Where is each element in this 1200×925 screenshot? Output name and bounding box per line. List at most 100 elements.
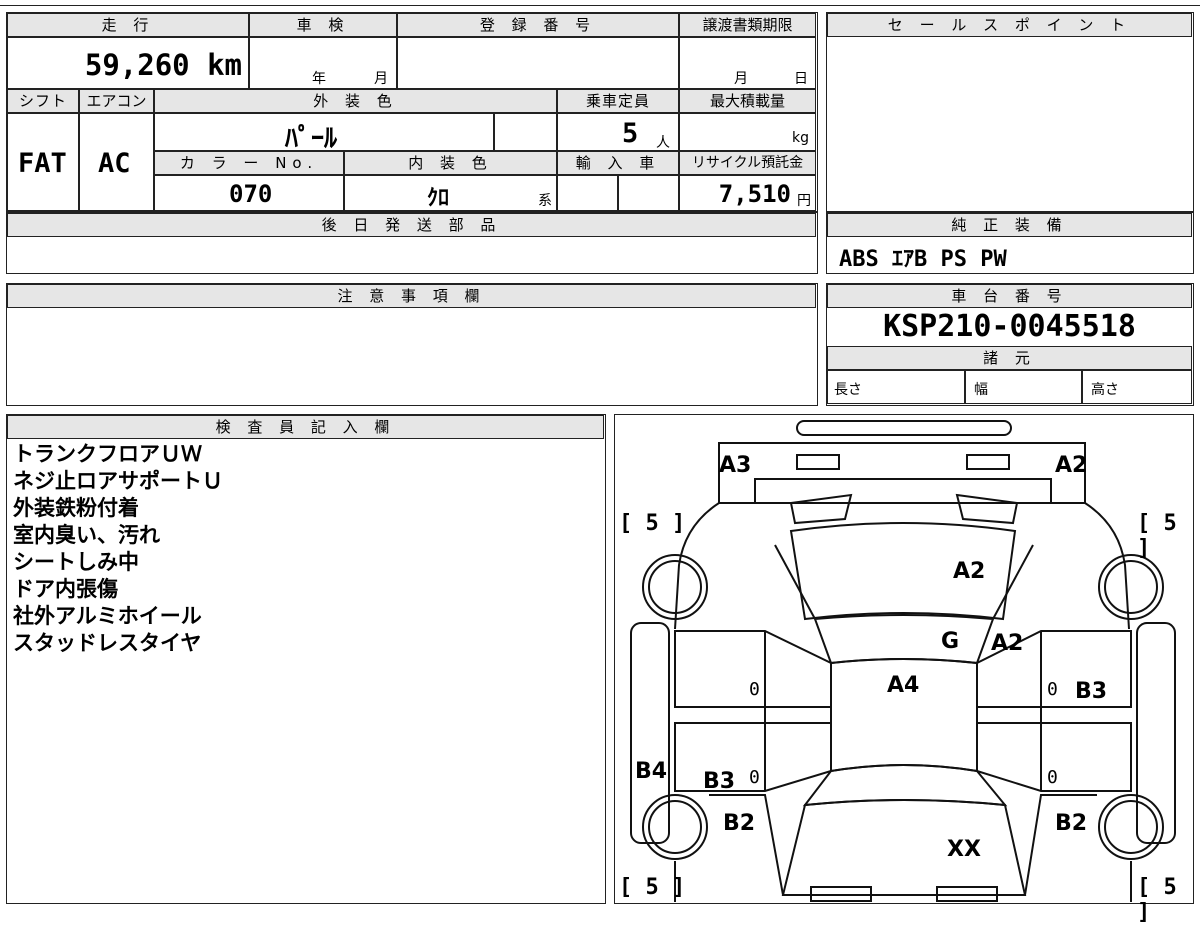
tire-front-right-value: 5 (1163, 875, 1177, 900)
car-diagram-box: [ 5 ] [ 5 ] [ 5 ] [ 5 ] A3 A2 A2 G A2 A4… (614, 414, 1194, 925)
inspection-year: 年 (312, 71, 326, 87)
mark-xx: XX (947, 837, 981, 862)
mark-b4: B4 (635, 759, 668, 784)
transfer-day: 日 (794, 71, 808, 87)
import-header: 輸 入 車 (557, 151, 679, 175)
sales-point-header: セ ー ル ス ポ イ ン ト (827, 13, 1192, 37)
spec-length-label: 長さ (834, 382, 862, 398)
capacity-header: 乗車定員 (557, 89, 679, 113)
mileage-value: 59,260 km (84, 48, 242, 82)
inspector-notes-header: 検 査 員 記 入 欄 (7, 415, 604, 439)
transfer-deadline-header: 譲渡書類期限 (679, 13, 816, 37)
spec-length-cell: 長さ (827, 370, 965, 404)
chassis-value: KSP210-0045518 (883, 309, 1136, 344)
genuine-equipment-header: 純 正 装 備 (827, 213, 1192, 237)
caution-box: 注 意 事 項 欄 (6, 283, 818, 406)
tire-rear-left-value: 5 (645, 511, 659, 536)
transfer-deadline-cell: 月 日 (679, 37, 816, 89)
mark-a4: A4 (887, 673, 920, 698)
tire-front-right: [ 5 ] (1137, 875, 1177, 925)
shift-cell: FAT (7, 113, 79, 211)
interior-color-header: 内 装 色 (344, 151, 557, 175)
inspector-note-4: 室内臭い、汚れ (13, 523, 160, 547)
chassis-box: 車 台 番 号 KSP210-0045518 諸 元 長さ 幅 高さ (826, 283, 1194, 406)
exterior-extra-cell (494, 113, 557, 151)
inspection-header: 車 検 (249, 13, 397, 37)
exterior-color-header: 外 装 色 (154, 89, 557, 113)
mark-a2-trunk: A2 (953, 559, 986, 584)
genuine-equipment-value: ABS ｴｱB PS PW (839, 247, 1007, 272)
top-strip (0, 0, 1200, 6)
shift-value: FAT (18, 148, 67, 179)
aircon-cell: AC (79, 113, 154, 211)
max-load-header: 最大積載量 (679, 89, 816, 113)
mark-b3-left: B3 (703, 769, 736, 794)
mark-zero-2: 0 (1047, 679, 1058, 700)
car-outline-diagram (630, 420, 1176, 902)
interior-color-cell: ｸﾛ 系 (344, 175, 557, 211)
import-cell-2 (618, 175, 679, 211)
mark-zero-4: 0 (1047, 767, 1058, 788)
recycle-cell: 7,510 円 (679, 175, 816, 211)
max-load-cell: kg (679, 113, 816, 151)
inspector-note-3: 外装鉄粉付着 (13, 496, 139, 520)
recycle-value: 7,510 (718, 180, 791, 208)
mileage-header: 走 行 (7, 13, 249, 37)
mark-zero-1: 0 (749, 679, 760, 700)
shift-header: シフト (7, 89, 79, 113)
vehicle-info-table: 走 行 車 検 登 録 番 号 譲渡書類期限 59,260 km 年 月 月 日… (6, 12, 818, 212)
spec-width-cell: 幅 (965, 370, 1082, 404)
mark-a2-roof: A2 (991, 631, 1024, 656)
mark-zero-3: 0 (749, 767, 760, 788)
spec-width-label: 幅 (974, 382, 988, 398)
aircon-value: AC (98, 148, 131, 179)
import-cell-1 (557, 175, 618, 211)
registration-cell (397, 37, 679, 89)
interior-color-value: ｸﾛ (427, 186, 450, 211)
color-no-value: 070 (229, 180, 273, 208)
transfer-month: 月 (734, 71, 748, 87)
inspector-notes-list: トランクフロアＵＷ ネジ止ロアサポートＵ 外装鉄粉付着 室内臭い、汚れ シートし… (13, 441, 593, 657)
mark-g: G (941, 629, 960, 654)
recycle-unit: 円 (797, 193, 811, 209)
registration-header: 登 録 番 号 (397, 13, 679, 37)
inspector-notes-box: 検 査 員 記 入 欄 トランクフロアＵＷ ネジ止ロアサポートＵ 外装鉄粉付着 … (6, 414, 606, 904)
tire-rear-right-value: 5 (1163, 511, 1177, 536)
mileage-cell: 59,260 km (7, 37, 249, 89)
spec-height-label: 高さ (1091, 382, 1119, 398)
later-parts-box: 後 日 発 送 部 品 (6, 212, 818, 274)
exterior-color-value: ﾊﾟｰﾙ (285, 124, 338, 154)
sales-point-box: セ ー ル ス ポ イ ン ト (826, 12, 1194, 212)
tire-front-left: [ 5 ] (619, 875, 686, 900)
tire-rear-left: [ 5 ] (619, 511, 686, 536)
spec-height-cell: 高さ (1082, 370, 1192, 404)
mark-b3-right: B3 (1075, 679, 1108, 704)
inspector-note-2: ネジ止ロアサポートＵ (13, 469, 223, 493)
capacity-cell: 5 人 (557, 113, 679, 151)
mark-b2-right: B2 (1055, 811, 1088, 836)
inspector-note-7: 社外アルミホイール (13, 604, 202, 628)
chassis-header: 車 台 番 号 (827, 284, 1192, 308)
specs-header: 諸 元 (827, 346, 1192, 370)
mark-a2-rear-right: A2 (1055, 453, 1088, 478)
caution-header: 注 意 事 項 欄 (7, 284, 816, 308)
aircon-header: エアコン (79, 89, 154, 113)
tire-rear-right: [ 5 ] (1137, 511, 1177, 561)
inspector-note-5: シートしみ中 (13, 550, 139, 574)
later-parts-header: 後 日 発 送 部 品 (7, 213, 816, 237)
capacity-unit: 人 (656, 135, 670, 151)
inspection-month: 月 (374, 71, 388, 87)
color-no-header: カ ラ ー No. (154, 151, 344, 175)
mark-a3-rear-left: A3 (719, 453, 752, 478)
inspector-note-8: スタッドレスタイヤ (13, 631, 202, 655)
inspector-note-6: ドア内張傷 (13, 577, 118, 601)
interior-color-suffix: 系 (538, 193, 552, 209)
exterior-color-cell: ﾊﾟｰﾙ (154, 113, 494, 154)
capacity-value: 5 (622, 118, 639, 149)
inspection-cell: 年 月 (249, 37, 397, 89)
genuine-equipment-box: 純 正 装 備 ABS ｴｱB PS PW (826, 212, 1194, 274)
inspector-note-1: トランクフロアＵＷ (13, 442, 202, 466)
tire-front-left-value: 5 (645, 875, 659, 900)
color-no-cell: 070 (154, 175, 344, 211)
mark-b2-left: B2 (723, 811, 756, 836)
